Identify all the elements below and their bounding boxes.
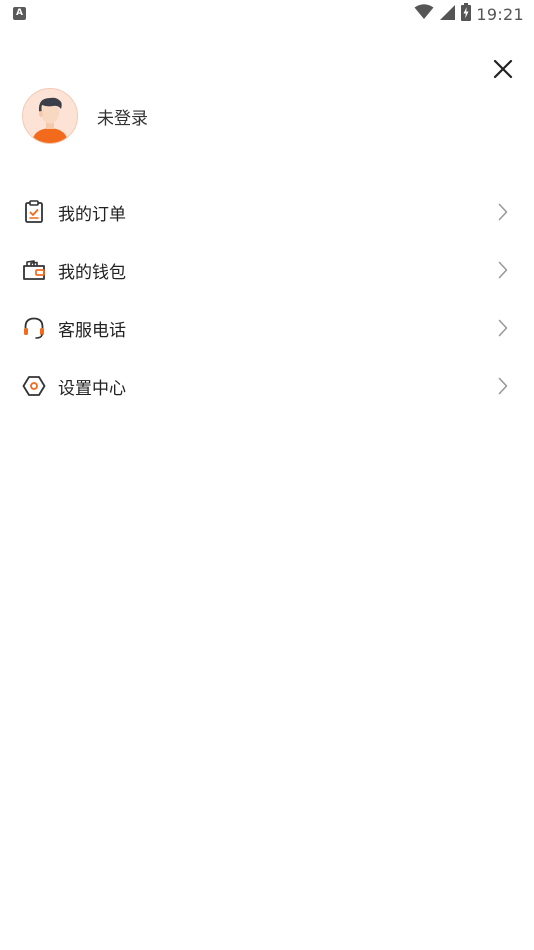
wallet-icon	[22, 258, 46, 282]
chevron-right-icon	[496, 202, 510, 222]
menu-list: 我的订单 我的钱包 客服电话 设置中心	[0, 183, 534, 415]
menu-item-settings[interactable]: 设置中心	[0, 357, 534, 415]
settings-hexagon-icon	[22, 374, 46, 398]
battery-charging-icon	[461, 3, 472, 25]
menu-item-label: 我的钱包	[58, 262, 126, 283]
headset-icon	[22, 316, 46, 340]
user-avatar-icon	[23, 89, 77, 143]
signal-icon	[439, 4, 456, 25]
notification-icon: A	[13, 7, 26, 20]
menu-item-label: 我的订单	[58, 204, 126, 225]
close-button[interactable]	[488, 54, 518, 84]
close-icon	[493, 59, 513, 79]
chevron-right-icon	[496, 260, 510, 280]
clipboard-check-icon	[22, 200, 46, 224]
menu-item-label: 客服电话	[58, 320, 126, 341]
status-bar: A 19:21	[0, 0, 534, 28]
status-time: 19:21	[476, 4, 524, 24]
profile-section[interactable]: 未登录	[22, 88, 148, 144]
menu-item-wallet[interactable]: 我的钱包	[0, 241, 534, 299]
login-status-label[interactable]: 未登录	[97, 104, 148, 129]
avatar[interactable]	[22, 88, 78, 144]
chevron-right-icon	[496, 318, 510, 338]
chevron-right-icon	[496, 376, 510, 396]
menu-item-orders[interactable]: 我的订单	[0, 183, 534, 241]
wifi-icon	[414, 4, 434, 24]
status-icons: 19:21	[414, 3, 524, 25]
menu-item-label: 设置中心	[58, 378, 126, 399]
menu-item-customer-service[interactable]: 客服电话	[0, 299, 534, 357]
